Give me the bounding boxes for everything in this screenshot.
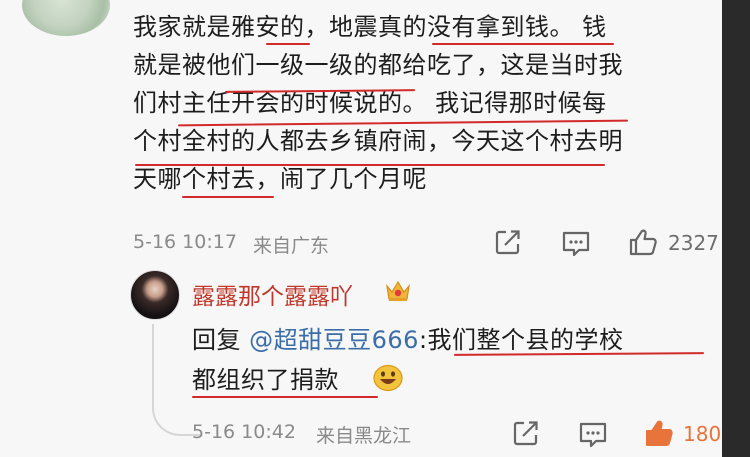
- like-icon[interactable]: [644, 419, 674, 451]
- reply-prefix: 回复: [192, 326, 250, 354]
- reply-location: 来自黑龙江: [316, 425, 412, 447]
- comment-line: 我家就是雅安的，地震真的没有拿到钱。 钱: [133, 13, 607, 41]
- comment-icon[interactable]: [578, 421, 608, 453]
- comment-body: 我家就是雅安的，地震真的没有拿到钱。 钱 就是被他们一级一级的都给吃了，这是当时…: [133, 8, 703, 198]
- share-icon[interactable]: [494, 228, 522, 260]
- highlight-underline: [135, 164, 605, 166]
- reply-username[interactable]: 露露那个露露吖: [192, 277, 353, 311]
- reply-avatar[interactable]: [130, 270, 180, 320]
- comment-line: 们村主任开会的时候说的。 我记得那时候每: [133, 89, 607, 117]
- highlight-underline: [266, 43, 310, 45]
- like-icon[interactable]: [628, 228, 658, 260]
- grinning-emoji: [372, 362, 404, 396]
- comment-line: 就是被他们一级一级的都给吃了，这是当时我: [133, 51, 623, 79]
- comment-like-count: 2327: [668, 231, 719, 255]
- comment-line: 个村全村的人都去乡镇府闹，今天这个村去明: [133, 127, 623, 155]
- crown-icon: [384, 278, 412, 308]
- mention-link[interactable]: @超甜豆豆666: [249, 326, 419, 354]
- reply-timestamp: 5-16 10:42: [192, 421, 296, 443]
- highlight-underline: [182, 196, 274, 198]
- comment-icon[interactable]: [561, 230, 591, 262]
- reply-line: 都组织了捐款: [192, 366, 339, 394]
- comment-timestamp: 5-16 10:17: [133, 231, 237, 253]
- share-icon[interactable]: [512, 419, 540, 451]
- highlight-underline: [192, 396, 378, 398]
- reply-body: 回复 @超甜豆豆666:我们整个县的学校 都组织了捐款: [192, 320, 712, 400]
- reply-text-part: :我们整个县的学校: [418, 326, 624, 354]
- commenter-avatar[interactable]: [22, 0, 110, 36]
- reply-like-count: 180: [683, 422, 722, 446]
- highlight-underline: [432, 43, 614, 45]
- comment-location: 来自广东: [253, 235, 330, 257]
- comment-card: 我家就是雅安的，地震真的没有拿到钱。 钱 就是被他们一级一级的都给吃了，这是当时…: [0, 0, 722, 457]
